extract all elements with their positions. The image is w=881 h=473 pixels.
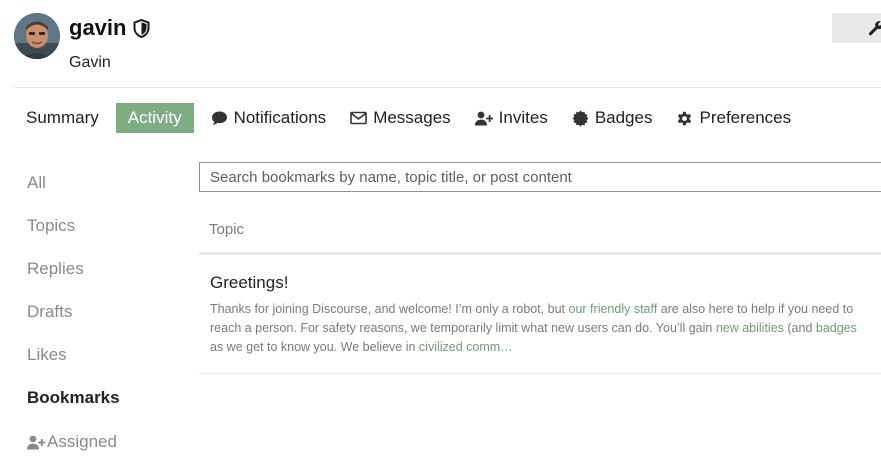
admin-button[interactable]: [832, 13, 881, 43]
sidebar-item-drafts[interactable]: Drafts: [27, 301, 72, 323]
certificate-icon: [572, 110, 589, 127]
shield-icon: [133, 18, 150, 38]
friendly-staff-link[interactable]: our friendly staff: [569, 302, 658, 316]
tab-notifications[interactable]: Notifications: [199, 103, 339, 133]
sidebar-item-label: Bookmarks: [27, 388, 120, 407]
sidebar-item-bookmarks[interactable]: Bookmarks: [27, 387, 120, 409]
tab-preferences[interactable]: Preferences: [664, 103, 803, 133]
sidebar-item-label: Drafts: [27, 302, 73, 321]
sidebar-item-label: Assigned: [47, 432, 117, 451]
sidebar-item-label: Topics: [27, 216, 76, 235]
excerpt-text: (and: [783, 321, 816, 335]
user-plus-icon: [27, 435, 45, 450]
excerpt-text: Thanks for joining Discourse, and welcom…: [210, 302, 569, 316]
header-divider: [14, 87, 881, 88]
sidebar-item-label: Likes: [27, 345, 67, 364]
tab-messages-label: Messages: [373, 108, 451, 127]
tab-preferences-label: Preferences: [699, 108, 792, 127]
user-plus-icon: [474, 111, 493, 126]
new-abilities-link[interactable]: new abilities: [716, 321, 784, 335]
excerpt-text: are also here to help if you need to: [657, 302, 854, 316]
excerpt-line: Thanks for joining Discourse, and welcom…: [210, 300, 881, 319]
bookmark-search-input[interactable]: [199, 162, 881, 192]
sidebar-item-label: All: [27, 173, 46, 192]
sidebar-item-all[interactable]: All: [27, 172, 46, 194]
badges-link[interactable]: badges: [816, 321, 857, 335]
post-excerpt: Thanks for joining Discourse, and welcom…: [210, 300, 881, 357]
envelope-icon: [350, 111, 367, 125]
tab-messages[interactable]: Messages: [338, 103, 462, 133]
sidebar-item-assigned[interactable]: Assigned: [27, 431, 117, 453]
civilized-community-link[interactable]: civilized comm…: [419, 340, 513, 354]
sidebar-item-replies[interactable]: Replies: [27, 258, 84, 280]
tab-badges-label: Badges: [594, 108, 653, 127]
comment-icon: [211, 110, 228, 126]
tab-summary-label: Summary: [26, 108, 99, 127]
table-row: Greetings! Thanks for joining Discourse,…: [199, 255, 881, 374]
gear-icon: [676, 110, 693, 127]
tab-invites-label: Invites: [498, 108, 548, 127]
sidebar-item-label: Replies: [27, 259, 84, 278]
excerpt-line: as we get to know you. We believe in civ…: [210, 338, 881, 357]
tab-activity[interactable]: Activity: [115, 103, 194, 133]
excerpt-line: reach a person. For safety reasons, we t…: [210, 319, 881, 338]
tab-notifications-label: Notifications: [233, 108, 327, 127]
excerpt-text: reach a person. For safety reasons, we t…: [210, 321, 716, 335]
topic-title-link[interactable]: Greetings!: [210, 272, 288, 294]
tab-badges[interactable]: Badges: [560, 103, 665, 133]
excerpt-text: as we get to know you. We believe in: [210, 340, 419, 354]
username-heading: gavin: [69, 13, 150, 43]
sidebar-item-likes[interactable]: Likes: [27, 344, 67, 366]
topic-column-header[interactable]: Topic: [209, 221, 244, 239]
full-name: Gavin: [69, 54, 111, 71]
username-text: gavin: [69, 15, 127, 40]
tab-summary[interactable]: Summary: [14, 103, 116, 133]
sidebar-item-topics[interactable]: Topics: [27, 215, 75, 237]
avatar[interactable]: [14, 13, 60, 59]
user-nav: Summary Activity Notifications Messages: [14, 103, 803, 133]
tab-activity-label: Activity: [127, 108, 182, 127]
tab-invites[interactable]: Invites: [463, 103, 560, 133]
wrench-icon: [868, 20, 881, 39]
